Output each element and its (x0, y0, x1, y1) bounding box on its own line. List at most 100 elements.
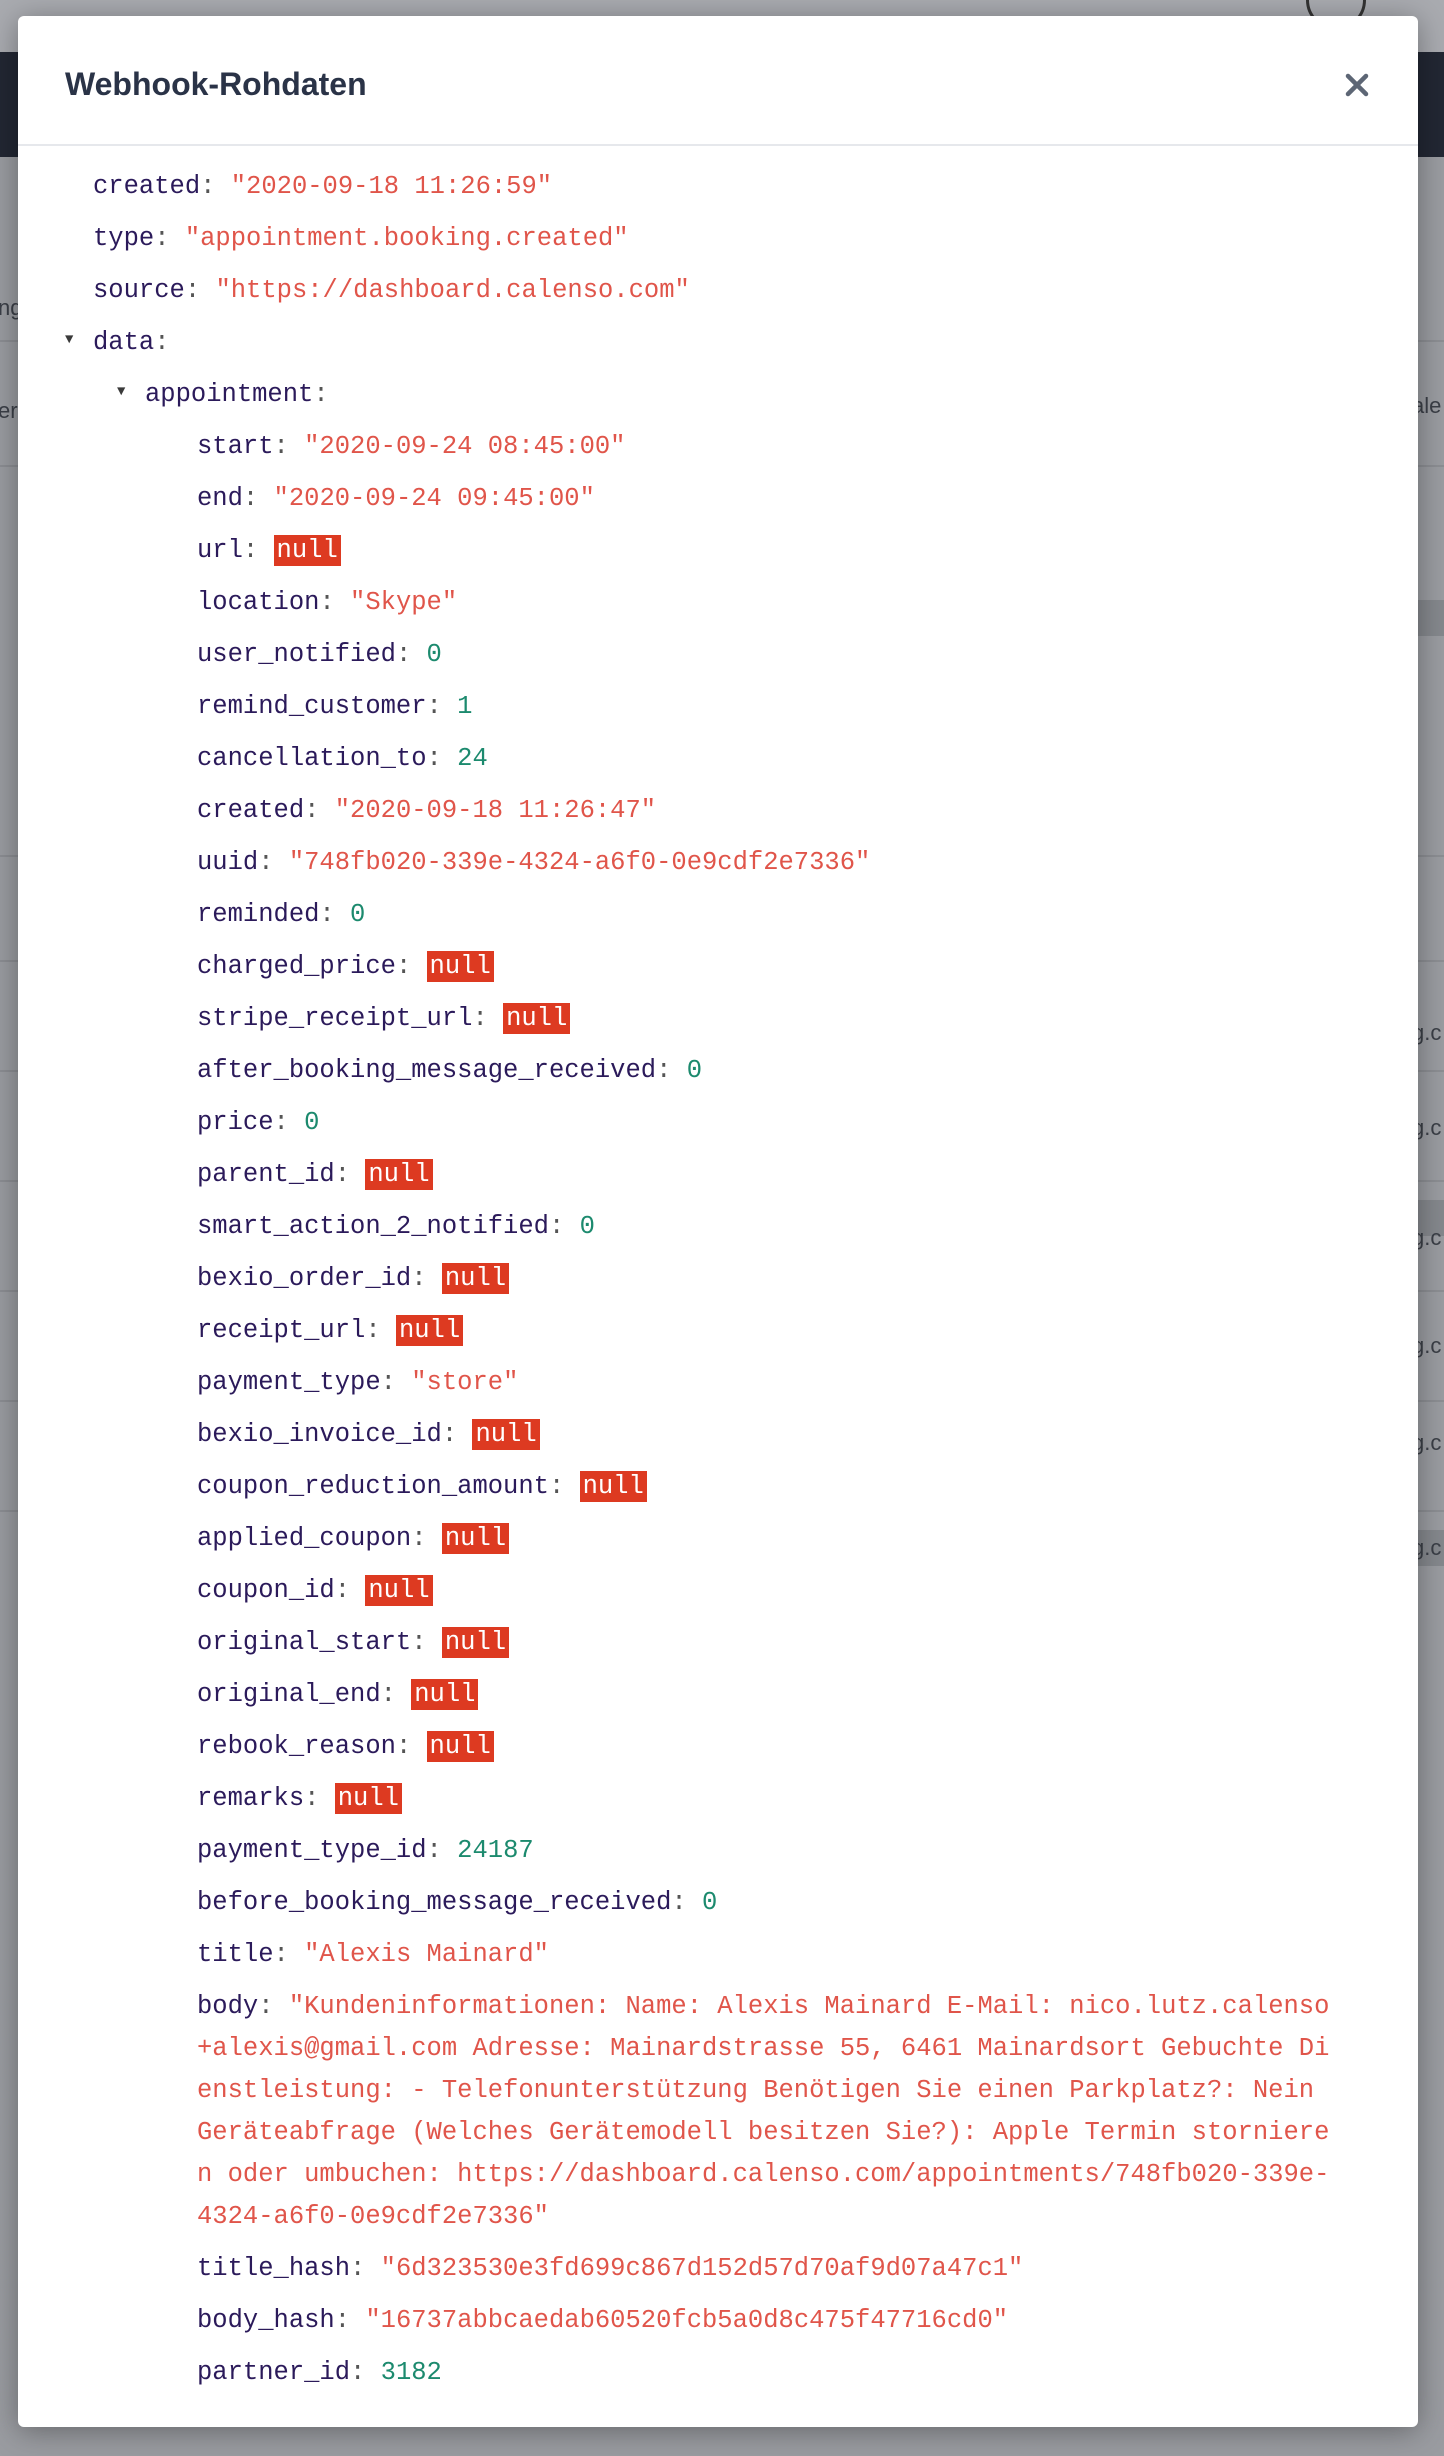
close-button[interactable] (1340, 68, 1374, 102)
json-key: created (93, 172, 201, 201)
json-value: "2020-09-24 08:45:00" (304, 432, 626, 461)
tree-row-start: start: "2020-09-24 08:45:00" (197, 432, 626, 461)
json-key: receipt_url (197, 1316, 366, 1345)
tree-row-uuid: uuid: "748fb020-339e-4324-a6f0-0e9cdf2e7… (197, 848, 871, 877)
null-badge: null (411, 1679, 479, 1710)
json-key: before_booking_message_received (197, 1888, 672, 1917)
tree-row-coupon-reduction-amount: coupon_reduction_amount: null (18, 1461, 1418, 1513)
tree-row-parent-id: parent_id: null (18, 1149, 1418, 1201)
json-value: 24187 (457, 1836, 534, 1865)
tree-row-remarks: remarks: null (18, 1773, 1418, 1825)
tree-row-payment-type: payment_type: "store" (197, 1368, 519, 1397)
json-key: uuid (197, 848, 259, 877)
json-key: smart_action_2_notified (197, 1212, 549, 1241)
json-key: start (197, 432, 274, 461)
json-key: title (197, 1940, 274, 1969)
json-value: 0 (702, 1888, 718, 1917)
tree-row-price: price: 0 (197, 1108, 320, 1137)
tree-row-original-start: original_start: null (18, 1617, 1418, 1669)
null-badge: null (441, 1263, 510, 1294)
tree-row-body: body: "Kundeninformationen: Name: Alexis… (197, 1992, 1330, 2231)
tree-row-remind-customer: remind_customer: 1 (197, 692, 473, 721)
tree-node-data[interactable]: ▼ data: (18, 317, 1418, 369)
tree-row-bexio-order-id: bexio_order_id: null (18, 1253, 1418, 1305)
tree-row-url: url: null (18, 525, 1418, 577)
tree-row-smart-action-2-notified: smart_action_2_notified: 0 (197, 1212, 595, 1241)
json-key: stripe_receipt_url (197, 1004, 473, 1033)
null-badge: null (365, 1575, 433, 1606)
json-value: 3182 (380, 2358, 442, 2387)
json-key: coupon_id (197, 1576, 335, 1605)
tree-row-title-hash: title_hash: "6d323530e3fd699c867d152d57d… (197, 2254, 1024, 2283)
null-badge: null (273, 535, 341, 566)
close-icon (1345, 73, 1369, 97)
null-badge: null (441, 1627, 510, 1658)
json-key: price (197, 1108, 274, 1137)
modal-header: Webhook-Rohdaten (18, 16, 1418, 146)
tree-row-charged-price: charged_price: null (18, 941, 1418, 993)
tree-node-appointment[interactable]: ▼ appointment: (18, 369, 1418, 421)
json-key: original_start (197, 1628, 412, 1657)
tree-row-cancellation-to: cancellation_to: 24 (197, 744, 488, 773)
json-key: bexio_invoice_id (197, 1420, 442, 1449)
tree-row-reminded: reminded: 0 (197, 900, 366, 929)
tree-row-bexio-invoice-id: bexio_invoice_id: null (18, 1409, 1418, 1461)
json-value: "https://dashboard.calenso.com" (215, 276, 690, 305)
null-badge: null (426, 951, 494, 982)
json-key: body_hash (197, 2306, 335, 2335)
json-value: "Kundeninformationen: Name: Alexis Maina… (197, 1992, 1330, 2231)
json-key: url (197, 536, 243, 565)
json-value: "748fb020-339e-4324-a6f0-0e9cdf2e7336" (288, 848, 871, 877)
json-value: 0 (426, 640, 442, 669)
tree-row-partner-id: partner_id: 3182 (197, 2358, 442, 2387)
json-key: applied_coupon (197, 1524, 412, 1553)
json-key: reminded (197, 900, 320, 929)
json-value: "16737abbcaedab60520fcb5a0d8c475f47716cd… (365, 2306, 1009, 2335)
null-badge: null (503, 1003, 571, 1034)
json-value: 0 (686, 1056, 702, 1085)
json-key: cancellation_to (197, 744, 427, 773)
json-key: original_end (197, 1680, 381, 1709)
collapse-triangle-icon[interactable]: ▼ (65, 317, 73, 363)
json-value: 0 (579, 1212, 595, 1241)
tree-row-before-booking-message-received: before_booking_message_received: 0 (197, 1888, 718, 1917)
json-tree: created: "2020-09-18 11:26:59" type: "ap… (18, 161, 1418, 2399)
null-badge: null (365, 1159, 433, 1190)
json-key: bexio_order_id (197, 1264, 412, 1293)
json-key: data (93, 328, 155, 357)
json-key: remarks (197, 1784, 305, 1813)
json-value: "2020-09-24 09:45:00" (273, 484, 595, 513)
tree-row-created: created: "2020-09-18 11:26:47" (197, 796, 657, 825)
json-key: location (197, 588, 320, 617)
null-badge: null (579, 1471, 647, 1502)
webhook-raw-data-modal: Webhook-Rohdaten created: "2020-09-18 11… (18, 16, 1418, 2427)
tree-row-stripe-receipt-url: stripe_receipt_url: null (18, 993, 1418, 1045)
tree-row-type: type: "appointment.booking.created" (93, 224, 629, 253)
tree-row-source: source: "https://dashboard.calenso.com" (93, 276, 690, 305)
tree-row-rebook-reason: rebook_reason: null (18, 1721, 1418, 1773)
json-key: remind_customer (197, 692, 427, 721)
json-value: 24 (457, 744, 488, 773)
json-key: partner_id (197, 2358, 351, 2387)
tree-row-applied-coupon: applied_coupon: null (18, 1513, 1418, 1565)
json-key: payment_type (197, 1368, 381, 1397)
json-key: end (197, 484, 243, 513)
tree-row-user-notified: user_notified: 0 (197, 640, 442, 669)
null-badge: null (334, 1783, 402, 1814)
json-key: rebook_reason (197, 1732, 396, 1761)
json-key: type (93, 224, 155, 253)
null-badge: null (441, 1523, 510, 1554)
tree-row-created: created: "2020-09-18 11:26:59" (93, 172, 553, 201)
tree-row-location: location: "Skype" (197, 588, 458, 617)
json-value: "Skype" (350, 588, 458, 617)
json-key: source (93, 276, 185, 305)
collapse-triangle-icon[interactable]: ▼ (117, 369, 125, 415)
json-value: 1 (457, 692, 473, 721)
tree-row-title: title: "Alexis Mainard" (197, 1940, 549, 1969)
json-value: "6d323530e3fd699c867d152d57d70af9d07a47c… (380, 2254, 1024, 2283)
null-badge: null (426, 1731, 494, 1762)
modal-title: Webhook-Rohdaten (65, 66, 367, 102)
json-value: "appointment.booking.created" (184, 224, 629, 253)
background-text: er (0, 398, 18, 423)
json-key: user_notified (197, 640, 396, 669)
